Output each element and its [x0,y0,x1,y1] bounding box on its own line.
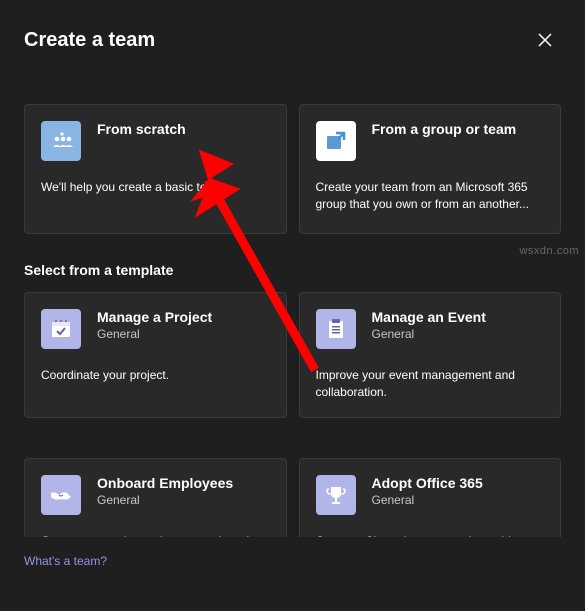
card-title: Adopt Office 365 [372,475,483,491]
card-subtitle: General [97,327,212,341]
group-arrow-icon [316,121,356,161]
whats-a-team-link[interactable]: What's a team? [24,554,107,568]
card-description: We'll help you create a basic team. [41,179,270,196]
card-title: From scratch [97,121,186,137]
dialog-header: Create a team [24,24,561,56]
handshake-icon [41,475,81,515]
calendar-check-icon [41,309,81,349]
clipboard-list-icon [316,309,356,349]
card-title: Manage a Project [97,309,212,325]
manage-event-card[interactable]: Manage an Event General Improve your eve… [299,292,562,418]
card-description: Coordinate your project. [41,367,270,384]
card-description: Improve your event management and collab… [316,367,545,401]
card-title: Onboard Employees [97,475,233,491]
close-icon [538,33,552,47]
card-title: Manage an Event [372,309,486,325]
card-subtitle: General [372,327,486,341]
card-title: From a group or team [372,121,517,137]
create-team-dialog: Create a team [0,0,585,584]
from-scratch-card[interactable]: From scratch We'll help you create a bas… [24,104,287,234]
close-button[interactable] [529,24,561,56]
people-add-icon [41,121,81,161]
dialog-footer: What's a team? [0,537,585,584]
manage-project-card[interactable]: Manage a Project General Coordinate your… [24,292,287,418]
card-subtitle: General [372,493,483,507]
watermark-text: wsxdn.com [519,245,579,257]
card-description: Create your team from an Microsoft 365 g… [316,179,545,213]
trophy-icon [316,475,356,515]
dialog-title: Create a team [24,29,155,52]
card-subtitle: General [97,493,233,507]
main-options-row: From scratch We'll help you create a bas… [24,104,561,234]
from-group-card[interactable]: From a group or team Create your team fr… [299,104,562,234]
templates-section-title: Select from a template [24,262,561,278]
